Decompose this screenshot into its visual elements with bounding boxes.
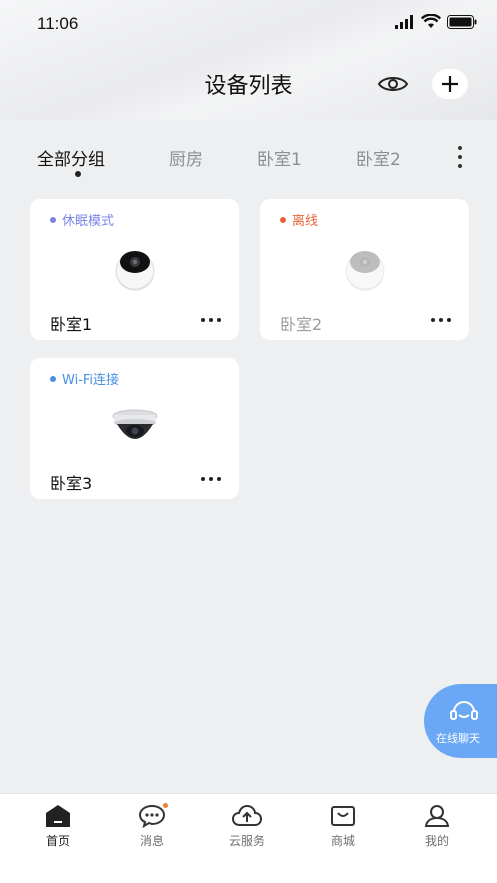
device-more-button[interactable]	[201, 318, 221, 322]
device-name: 卧室1	[50, 315, 93, 334]
eye-icon	[377, 77, 409, 91]
bottom-navigation: 首页 消息 云服务 商城 我的	[0, 793, 497, 883]
plus-icon	[442, 76, 458, 92]
device-card[interactable]: 休眠模式 卧室1	[30, 199, 239, 340]
status-icons	[395, 14, 477, 29]
add-device-button[interactable]	[432, 69, 468, 99]
nav-messages[interactable]: 消息	[112, 794, 192, 854]
chat-label: 在线聊天	[436, 732, 480, 745]
battery-icon	[447, 14, 477, 29]
cloud-upload-icon	[231, 804, 263, 826]
status-dot	[50, 216, 56, 223]
visibility-toggle-button[interactable]	[376, 68, 410, 100]
nav-home[interactable]: 首页	[18, 794, 98, 854]
nav-shop[interactable]: 商城	[303, 794, 383, 854]
ptz-camera-image	[30, 245, 239, 293]
status-time: 11:06	[37, 14, 79, 33]
nav-label: 云服务	[228, 834, 265, 848]
device-more-button[interactable]	[201, 477, 221, 481]
signal-icon	[395, 14, 413, 29]
notification-badge	[162, 802, 169, 809]
home-icon	[46, 805, 70, 827]
headset-icon	[450, 701, 478, 720]
nav-cloud-service[interactable]: 云服务	[207, 794, 287, 854]
nav-label: 商城	[330, 834, 355, 848]
device-status: 离线	[280, 210, 318, 229]
page-title: 设备列表	[204, 74, 293, 99]
device-name: 卧室2	[280, 315, 323, 334]
tab-all-groups[interactable]: 全部分组	[37, 145, 105, 170]
ptz-camera-image	[260, 245, 469, 293]
tabs-more-button[interactable]	[452, 146, 468, 168]
device-status: Wi-Fi连接	[50, 369, 119, 388]
device-status-label: Wi-Fi连接	[62, 373, 120, 388]
dome-camera-image	[30, 408, 239, 448]
nav-profile[interactable]: 我的	[397, 794, 477, 854]
tab-kitchen[interactable]: 厨房	[169, 145, 203, 170]
shop-icon	[331, 806, 355, 826]
device-card[interactable]: Wi-Fi连接 卧室3	[30, 358, 239, 499]
device-more-button[interactable]	[431, 318, 451, 322]
online-chat-button[interactable]: 在线聊天	[424, 684, 497, 758]
nav-label: 首页	[45, 834, 70, 848]
nav-label: 我的	[424, 834, 449, 848]
nav-label: 消息	[139, 834, 164, 848]
active-tab-indicator	[75, 171, 81, 177]
tab-bedroom-2[interactable]: 卧室2	[356, 145, 401, 170]
status-bar: 11:06	[0, 0, 497, 48]
device-name: 卧室3	[50, 474, 93, 493]
device-status-label: 休眠模式	[62, 214, 115, 229]
status-dot	[280, 216, 286, 223]
group-tabs: 全部分组 厨房 卧室1 卧室2	[0, 145, 497, 185]
wifi-icon	[421, 14, 441, 28]
device-card[interactable]: 离线 卧室2	[260, 199, 469, 340]
device-status-label: 离线	[292, 214, 319, 229]
status-dot	[50, 375, 56, 382]
profile-icon	[424, 805, 450, 827]
tab-bedroom-1[interactable]: 卧室1	[257, 145, 302, 170]
device-status: 休眠模式	[50, 210, 114, 229]
